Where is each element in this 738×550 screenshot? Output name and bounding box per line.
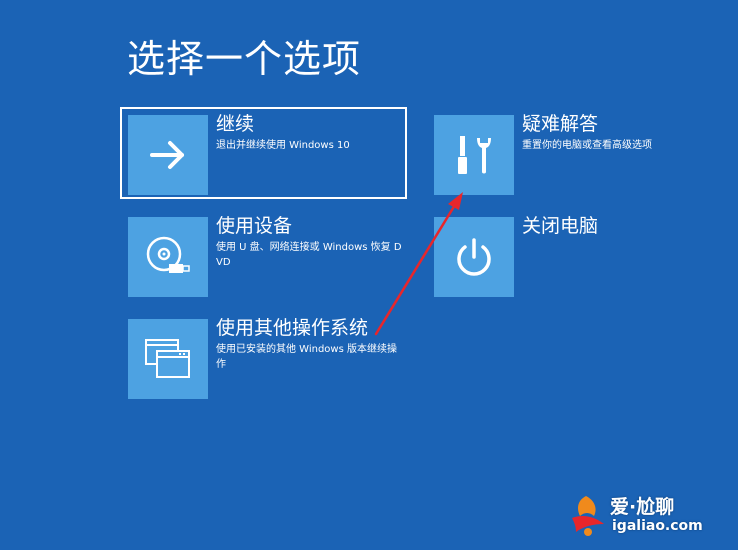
troubleshoot-option[interactable]: 疑难解答 重置你的电脑或查看高级选项: [426, 107, 713, 199]
other-os-title: 使用其他操作系统: [216, 317, 369, 339]
continue-option[interactable]: 继续 退出并继续使用 Windows 10: [120, 107, 407, 199]
arrow-right-icon: [150, 141, 184, 169]
other-os-description: 使用已安装的其他 Windows 版本继续操作: [216, 344, 397, 370]
disc-usb-icon: [146, 236, 190, 273]
use-device-description: 使用 U 盘、网络连接或 Windows 恢复 DVD: [216, 242, 402, 268]
tools-icon: [458, 136, 491, 174]
other-os-option[interactable]: 使用其他操作系统 使用已安装的其他 Windows 版本继续操作: [120, 311, 407, 403]
use-device-option[interactable]: 使用设备 使用 U 盘、网络连接或 Windows 恢复 DVD: [120, 209, 407, 301]
other-os-tile: [128, 319, 208, 399]
continue-description: 退出并继续使用 Windows 10: [216, 140, 350, 151]
watermark-logo-icon: [572, 496, 604, 536]
continue-tile: [128, 115, 208, 195]
troubleshoot-tile: [434, 115, 514, 195]
continue-title: 继续: [216, 113, 255, 135]
use-device-tile: [128, 217, 208, 297]
page-title: 选择一个选项: [127, 37, 362, 81]
shutdown-option[interactable]: 关闭电脑: [426, 209, 713, 301]
shutdown-tile: [434, 217, 514, 297]
power-icon: [457, 238, 491, 276]
watermark-top-text: 爱·尬聊: [610, 496, 675, 518]
watermark-bottom-text: igaliao.com: [612, 518, 703, 534]
use-device-title: 使用设备: [216, 215, 293, 237]
windows-stack-icon: [145, 339, 190, 378]
shutdown-title: 关闭电脑: [522, 215, 599, 237]
troubleshoot-title: 疑难解答: [522, 113, 599, 135]
watermark: 爱·尬聊 igaliao.com: [568, 492, 728, 542]
troubleshoot-description: 重置你的电脑或查看高级选项: [522, 140, 652, 151]
